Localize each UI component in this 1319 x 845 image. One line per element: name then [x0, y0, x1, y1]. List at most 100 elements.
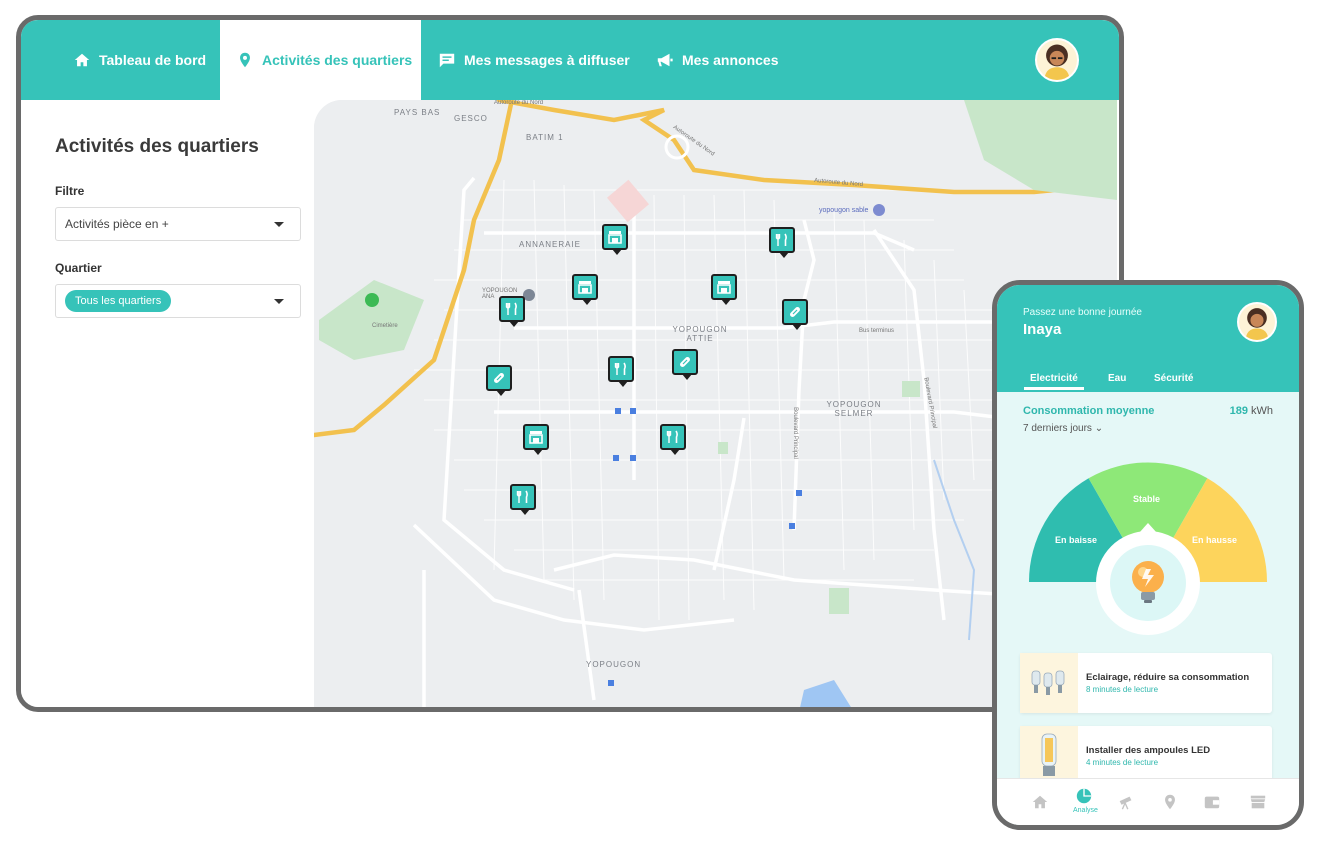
mobile-header: Passez une bonne journée Inaya Electrici…	[997, 285, 1299, 392]
map-label: Cimetière	[372, 323, 398, 329]
mobile-bottom-nav: Analyse	[997, 778, 1299, 825]
chevron-down-icon: ⌄	[1094, 423, 1104, 434]
road-label: Autoroute du Nord	[494, 100, 544, 106]
user-avatar-icon	[1044, 44, 1070, 80]
map-pin-icon	[240, 52, 250, 68]
map-pin-pharmacy[interactable]	[486, 365, 512, 396]
gauge-low-label: En baisse	[1055, 535, 1098, 545]
nav-activites-quartiers[interactable]: Activités des quartiers	[220, 20, 421, 100]
article-thumbnail	[1020, 653, 1078, 713]
map-label: YOPOUGON SELMER	[826, 400, 882, 418]
map-pin-pharmacy[interactable]	[782, 299, 808, 330]
nav-label: Mes messages à diffuser	[464, 52, 630, 68]
map-label: BATIM 1	[526, 133, 564, 142]
period-value: 7 derniers jours	[1023, 423, 1092, 434]
led-bulb-icon	[1041, 733, 1057, 776]
map-pin-icon[interactable]	[1161, 793, 1179, 811]
analysis-label: Analyse	[1073, 807, 1098, 814]
quartier-chip[interactable]: Tous les quartiers	[65, 290, 172, 312]
nav-label: Tableau de bord	[99, 52, 207, 68]
nav-label: Mes annonces	[682, 52, 779, 68]
user-avatar-icon	[1245, 308, 1269, 340]
consumption-gauge	[1029, 462, 1267, 635]
tab-eau[interactable]: Eau	[1108, 373, 1126, 384]
filter-sidebar: Activités des quartiers Filtre Activités…	[21, 100, 321, 707]
article-read-time: 8 minutes de lecture	[1086, 685, 1159, 694]
top-navigation: Tableau de bord Activités des quartiers …	[21, 20, 1119, 100]
period-select[interactable]: 7 derniers jours ⌄	[1023, 423, 1103, 434]
road-label: Bus terminus	[859, 328, 895, 334]
consumption-label: Consommation moyenne	[1023, 405, 1155, 417]
filter-label: Filtre	[55, 184, 85, 198]
shop-icon	[608, 231, 622, 244]
map-pin-dining[interactable]	[660, 424, 686, 455]
map-pin-dining[interactable]	[608, 356, 634, 387]
chevron-down-icon	[274, 222, 284, 227]
message-icon	[439, 53, 455, 68]
article-read-time: 4 minutes de lecture	[1086, 758, 1159, 767]
nav-label: Activités des quartiers	[262, 52, 413, 68]
map-pin-shop[interactable]	[602, 224, 628, 255]
map-pin-dining[interactable]	[510, 484, 536, 515]
article-card[interactable]: Eclairage, réduire sa consommation 8 min…	[1020, 653, 1272, 713]
map-label: YOPOUGON ATTIE	[672, 325, 728, 343]
nav-tableau-de-bord[interactable]: Tableau de bord	[73, 20, 206, 100]
store-icon[interactable]	[1249, 793, 1267, 811]
pharmacy-icon	[680, 357, 690, 367]
user-avatar[interactable]	[1035, 38, 1079, 82]
filter-select[interactable]: Activités pièce en +	[55, 207, 301, 241]
dining-icon	[516, 490, 528, 503]
mobile-avatar[interactable]	[1237, 302, 1277, 342]
shop-icon	[717, 281, 731, 294]
consumption-number: 189	[1229, 405, 1248, 417]
pharmacy-icon	[790, 307, 800, 317]
road-label: Boulevard Principal	[791, 407, 798, 459]
gauge-high-label: En hausse	[1192, 535, 1238, 545]
desktop-window: Tableau de bord Activités des quartiers …	[16, 15, 1124, 712]
filter-select-value: Activités pièce en +	[65, 217, 169, 231]
shop-icon	[529, 431, 543, 444]
map-pin-shop[interactable]	[572, 274, 598, 305]
consumption-unit: kWh	[1251, 405, 1273, 417]
tab-electricite[interactable]: Electricité	[1024, 373, 1084, 390]
tab-securite[interactable]: Sécurité	[1154, 373, 1193, 384]
map-pin-dining[interactable]	[499, 296, 525, 327]
wallet-icon[interactable]	[1203, 793, 1221, 811]
article-title: Installer des ampoules LED	[1086, 745, 1211, 756]
page-title: Activités des quartiers	[55, 136, 259, 157]
map-label: ANNANERAIE	[519, 240, 582, 249]
quartier-label: Quartier	[55, 261, 102, 275]
dining-icon	[614, 362, 626, 375]
map-label: yopougon sable	[819, 207, 869, 214]
map-label: GESCO	[454, 114, 488, 123]
nav-messages[interactable]: Mes messages à diffuser	[438, 20, 630, 100]
gauge-mid-label: Stable	[1133, 494, 1161, 504]
article-card[interactable]: Installer des ampoules LED 4 minutes de …	[1020, 726, 1272, 786]
map-label: YOPOUGON	[586, 660, 642, 669]
user-name: Inaya	[1023, 321, 1062, 338]
map-pin-shop[interactable]	[523, 424, 549, 455]
mobile-app: Passez une bonne journée Inaya Electrici…	[992, 280, 1304, 830]
map-pin-pharmacy[interactable]	[672, 349, 698, 380]
analysis-pie-icon[interactable]	[1075, 787, 1093, 805]
article-thumbnail	[1020, 726, 1078, 786]
shop-icon	[578, 281, 592, 294]
map-pin-dining[interactable]	[769, 227, 795, 258]
nav-annonces[interactable]: Mes annonces	[656, 20, 778, 100]
article-title: Eclairage, réduire sa consommation	[1086, 672, 1250, 683]
megaphone-icon	[657, 53, 673, 67]
telescope-icon[interactable]	[1117, 793, 1135, 811]
bulbs-icon	[1031, 670, 1065, 695]
home-icon	[74, 53, 90, 67]
consumption-value: 189 kWh	[1230, 405, 1273, 417]
dining-icon	[666, 430, 678, 443]
map-label: PAYS BAS	[394, 108, 441, 117]
chevron-down-icon	[274, 299, 284, 304]
home-icon[interactable]	[1031, 793, 1049, 811]
map-pin-shop[interactable]	[711, 274, 737, 305]
pharmacy-icon	[494, 373, 504, 383]
quartier-select[interactable]: Tous les quartiers	[55, 284, 301, 318]
dining-icon	[775, 233, 787, 246]
greeting: Passez une bonne journée	[1023, 307, 1142, 318]
dining-icon	[505, 302, 517, 315]
